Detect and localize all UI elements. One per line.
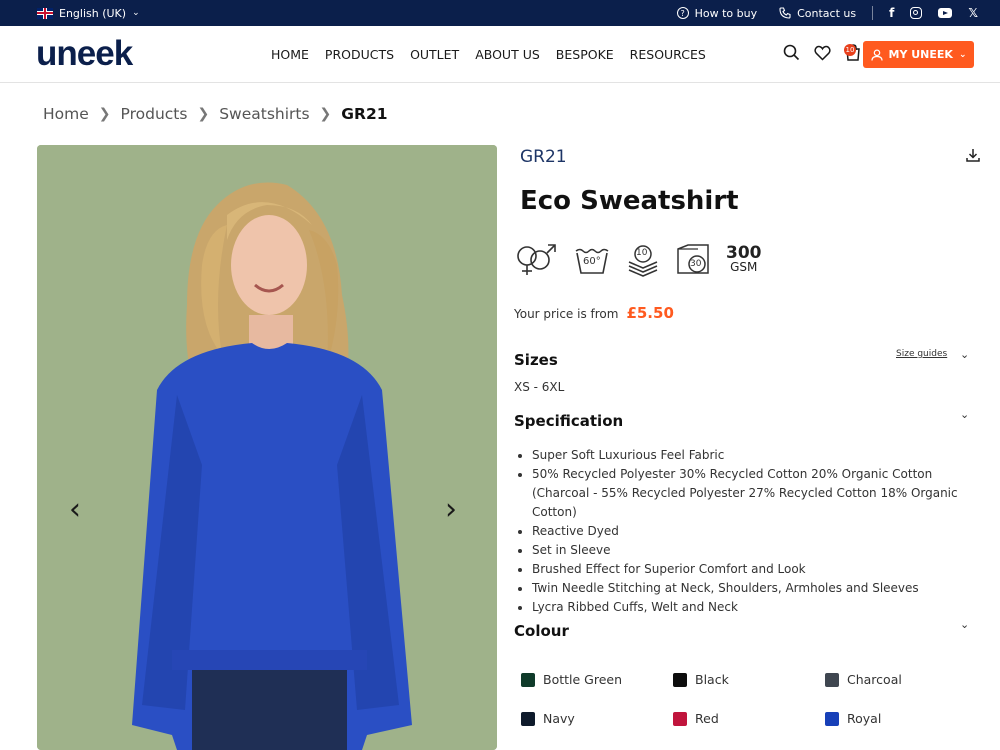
- colour-option-bottle-green[interactable]: Bottle Green: [521, 660, 673, 699]
- question-icon: ?: [676, 7, 689, 19]
- colour-swatch: [825, 672, 839, 687]
- chevron-down-icon: ⌄: [132, 8, 140, 18]
- nav-resources[interactable]: RESOURCES: [630, 47, 706, 62]
- language-label: English (UK): [59, 6, 127, 20]
- my-uneek-button[interactable]: MY UNEEK ⌄: [863, 41, 974, 68]
- tumble-dry-30-icon: 30: [676, 243, 710, 277]
- size-guides-link[interactable]: Size guides: [896, 349, 947, 359]
- colour-name: Red: [695, 711, 719, 726]
- colour-swatch: [825, 711, 839, 726]
- colour-name: Charcoal: [847, 672, 902, 687]
- sizes-range: XS - 6XL: [514, 380, 565, 394]
- my-uneek-label: MY UNEEK: [888, 48, 953, 61]
- colour-swatch: [673, 711, 687, 726]
- price-label: Your price is from: [514, 307, 619, 321]
- top-bar: English (UK) ⌄ ? How to buy Contact us f…: [0, 0, 1000, 26]
- spec-item: Reactive Dyed: [532, 522, 982, 541]
- colour-name: Royal: [847, 711, 882, 726]
- colour-swatch: [521, 711, 535, 726]
- wash-temp-label: 60°: [583, 256, 601, 267]
- colour-swatch: [673, 672, 687, 687]
- nav-home[interactable]: HOME: [271, 47, 309, 62]
- chevron-right-icon: ❯: [197, 106, 210, 122]
- nav-products[interactable]: PRODUCTS: [325, 47, 394, 62]
- main-nav: HOME PRODUCTS OUTLET ABOUT US BESPOKE RE…: [271, 26, 706, 82]
- colour-toggle-chevron-icon[interactable]: ⌄: [960, 618, 969, 631]
- product-code: GR21: [520, 147, 567, 167]
- gsm-unit: GSM: [730, 260, 758, 274]
- main-header: uneek HOME PRODUCTS OUTLET ABOUT US BESP…: [0, 26, 1000, 83]
- spec-item: Brushed Effect for Superior Comfort and …: [532, 560, 982, 579]
- layers-icon: 10: [626, 243, 660, 277]
- product-title: Eco Sweatshirt: [520, 186, 739, 216]
- colour-option-red[interactable]: Red: [673, 699, 825, 738]
- specification-heading[interactable]: Specification: [514, 412, 623, 430]
- uneek-logo[interactable]: uneek: [36, 34, 133, 74]
- user-icon: [870, 48, 883, 61]
- spec-item: 50% Recycled Polyester 30% Recycled Cott…: [532, 465, 982, 522]
- sizes-toggle-chevron-icon[interactable]: ⌄: [960, 348, 969, 361]
- chevron-right-icon: ❯: [319, 106, 332, 122]
- layers-label: 10: [636, 248, 648, 258]
- colour-swatch: [521, 672, 535, 687]
- chevron-down-icon: ⌄: [958, 49, 967, 60]
- product-photo: [37, 145, 497, 750]
- spec-item: Super Soft Luxurious Feel Fabric: [532, 446, 982, 465]
- facebook-icon[interactable]: f: [889, 6, 894, 20]
- specification-toggle-chevron-icon[interactable]: ⌄: [960, 408, 969, 421]
- product-features: 60° 10 30 300 GSM: [514, 243, 762, 277]
- cart-count-badge: 10: [844, 44, 856, 56]
- gsm-weight: 300 GSM: [726, 243, 762, 275]
- colour-option-charcoal[interactable]: Charcoal: [825, 660, 977, 699]
- gsm-value: 300: [726, 243, 762, 263]
- contact-us-link[interactable]: Contact us: [779, 7, 856, 20]
- product-image-gallery[interactable]: ‹ ›: [37, 145, 497, 750]
- unisex-icon: [517, 244, 556, 275]
- download-icon[interactable]: [965, 147, 981, 163]
- sizes-heading[interactable]: Sizes: [514, 351, 558, 369]
- how-to-buy-label: How to buy: [694, 6, 758, 20]
- dry-temp-label: 30: [690, 259, 702, 269]
- colour-name: Navy: [543, 711, 575, 726]
- breadcrumb-home[interactable]: Home: [43, 105, 89, 123]
- search-icon[interactable]: [783, 44, 800, 61]
- breadcrumb-products[interactable]: Products: [121, 105, 188, 123]
- instagram-icon[interactable]: [910, 7, 923, 19]
- price-value: £5.50: [626, 304, 674, 322]
- specification-list: Super Soft Luxurious Feel Fabric 50% Rec…: [532, 446, 982, 617]
- x-twitter-icon[interactable]: 𝕏: [968, 6, 978, 20]
- colour-option-royal[interactable]: Royal: [825, 699, 977, 738]
- next-image-arrow[interactable]: ›: [445, 495, 457, 525]
- language-selector[interactable]: English (UK) ⌄: [37, 0, 140, 26]
- breadcrumb-sweatshirts[interactable]: Sweatshirts: [219, 105, 309, 123]
- spec-item: Lycra Ribbed Cuffs, Welt and Neck: [532, 598, 982, 617]
- colour-option-black[interactable]: Black: [673, 660, 825, 699]
- nav-about-us[interactable]: ABOUT US: [475, 47, 540, 62]
- breadcrumb: Home ❯ Products ❯ Sweatshirts ❯ GR21: [43, 105, 388, 123]
- phone-icon: [779, 7, 791, 19]
- heart-icon[interactable]: [814, 45, 831, 61]
- colour-name: Bottle Green: [543, 672, 623, 687]
- previous-image-arrow[interactable]: ‹: [69, 495, 81, 525]
- how-to-buy-link[interactable]: ? How to buy: [676, 6, 758, 20]
- nav-outlet[interactable]: OUTLET: [410, 47, 459, 62]
- youtube-icon[interactable]: [938, 8, 953, 18]
- nav-bespoke[interactable]: BESPOKE: [556, 47, 614, 62]
- colour-heading[interactable]: Colour: [514, 622, 569, 640]
- contact-us-label: Contact us: [797, 6, 857, 20]
- colour-swatches: Bottle Green Black Charcoal Navy Red Roy…: [521, 660, 981, 738]
- spec-item: Twin Needle Stitching at Neck, Shoulders…: [532, 579, 982, 598]
- colour-option-navy[interactable]: Navy: [521, 699, 673, 738]
- wash-60-icon: 60°: [574, 243, 610, 277]
- breadcrumb-current: GR21: [341, 105, 388, 123]
- colour-name: Black: [695, 672, 729, 687]
- divider: [872, 6, 874, 20]
- chevron-right-icon: ❯: [98, 106, 111, 122]
- spec-item: Set in Sleeve: [532, 541, 982, 560]
- price-row: Your price is from £5.50: [514, 304, 674, 322]
- uk-flag-icon: [37, 7, 53, 19]
